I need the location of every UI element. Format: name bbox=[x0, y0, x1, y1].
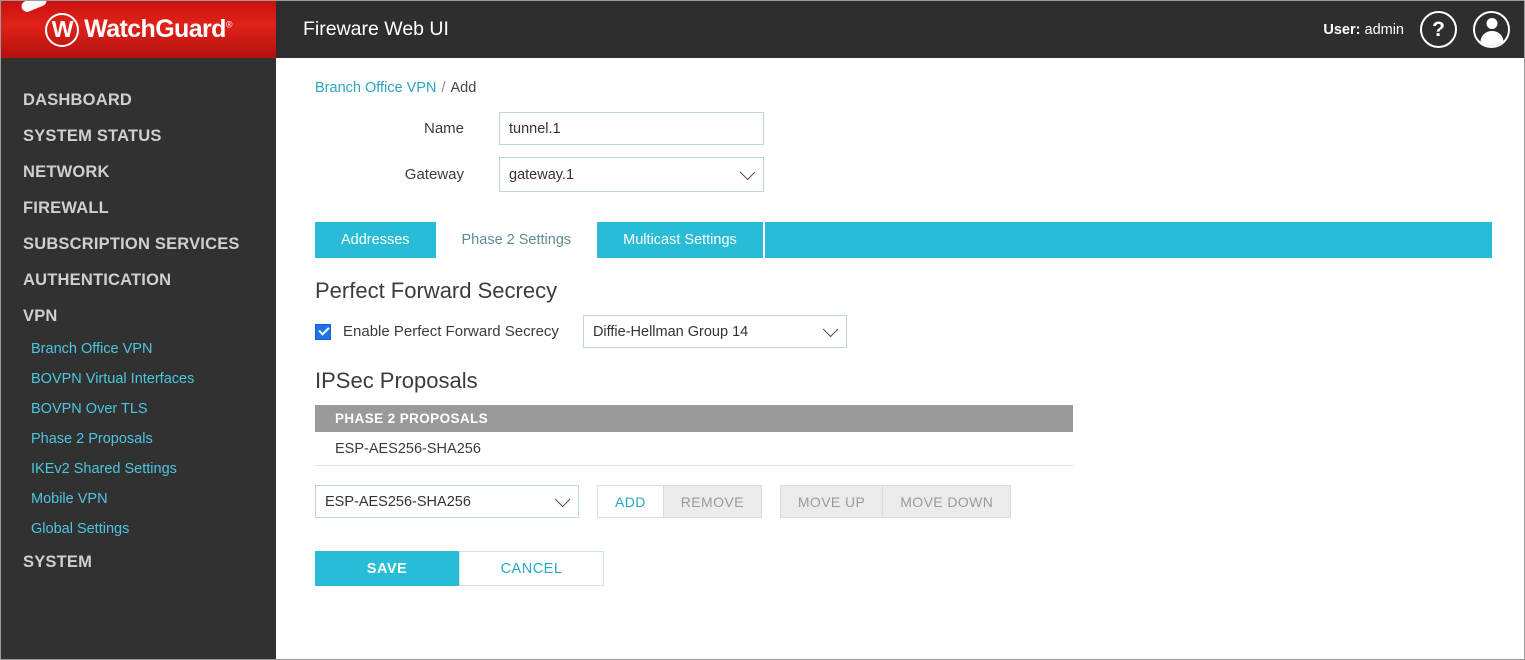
body-container: DASHBOARD SYSTEM STATUS NETWORK FIREWALL… bbox=[1, 58, 1524, 659]
settings-tab-bar: Addresses Phase 2 Settings Multicast Set… bbox=[315, 222, 1492, 258]
table-column-header-phase-2-proposals: PHASE 2 PROPOSALS bbox=[315, 405, 1073, 432]
sidebar-item-dashboard[interactable]: DASHBOARD bbox=[1, 82, 276, 118]
breadcrumb-separator: / bbox=[441, 80, 446, 96]
sidebar-item-bovpn-over-tls[interactable]: BOVPN Over TLS bbox=[1, 394, 276, 424]
move-down-button[interactable]: MOVE DOWN bbox=[883, 485, 1012, 518]
watchguard-w-mark-icon: W bbox=[45, 12, 80, 47]
add-button[interactable]: ADD bbox=[597, 485, 664, 518]
enable-pfs-label: Enable Perfect Forward Secrecy bbox=[343, 323, 559, 340]
user-prefix: User: bbox=[1323, 21, 1361, 38]
remove-button[interactable]: REMOVE bbox=[663, 485, 762, 518]
watchguard-logo[interactable]: W WatchGuard® bbox=[1, 1, 276, 58]
breadcrumb-link-branch-office-vpn[interactable]: Branch Office VPN bbox=[315, 80, 436, 96]
user-avatar-icon[interactable] bbox=[1473, 11, 1510, 48]
user-name: admin bbox=[1364, 21, 1405, 38]
add-remove-button-group: ADD REMOVE bbox=[597, 485, 762, 518]
breadcrumb: Branch Office VPN / Add bbox=[315, 80, 1492, 96]
avatar-head-shape bbox=[1486, 18, 1497, 29]
chevron-down-icon bbox=[739, 164, 756, 181]
sidebar-item-mobile-vpn[interactable]: Mobile VPN bbox=[1, 484, 276, 514]
diffie-hellman-group-value: Diffie-Hellman Group 14 bbox=[592, 323, 749, 340]
save-button[interactable]: SAVE bbox=[315, 551, 459, 586]
brand-name-text: WatchGuard® bbox=[84, 15, 232, 44]
sidebar-item-network[interactable]: NETWORK bbox=[1, 154, 276, 190]
move-up-button[interactable]: MOVE UP bbox=[779, 485, 884, 518]
sidebar-item-global-settings[interactable]: Global Settings bbox=[1, 514, 276, 544]
help-icon[interactable]: ? bbox=[1420, 11, 1457, 48]
chevron-down-icon bbox=[822, 321, 839, 338]
table-row[interactable]: ESP-AES256-SHA256 bbox=[315, 432, 1073, 466]
sidebar-item-system[interactable]: SYSTEM bbox=[1, 544, 276, 580]
form-footer-buttons: SAVE CANCEL bbox=[315, 551, 1492, 586]
page-title-container: Fireware Web UI bbox=[276, 1, 1323, 58]
sidebar-item-phase-2-proposals[interactable]: Phase 2 Proposals bbox=[1, 424, 276, 454]
brand-name-label: WatchGuard bbox=[84, 15, 226, 43]
logo-swoosh-icon bbox=[19, 1, 49, 14]
name-input[interactable] bbox=[499, 112, 764, 145]
sidebar-item-authentication[interactable]: AUTHENTICATION bbox=[1, 262, 276, 298]
main-content: Branch Office VPN /Add Name Gateway gatew… bbox=[276, 58, 1524, 659]
gateway-field-row: Gateway gateway.1 bbox=[315, 157, 1492, 192]
trademark-symbol: ® bbox=[225, 19, 233, 30]
tab-multicast-settings[interactable]: Multicast Settings bbox=[597, 222, 763, 258]
chevron-down-icon bbox=[554, 491, 571, 508]
pfs-control-row: Enable Perfect Forward Secrecy Diffie-He… bbox=[315, 315, 1492, 348]
name-label: Name bbox=[423, 120, 464, 137]
brand-logo-group: W WatchGuard® bbox=[19, 1, 232, 47]
tab-phase-2-settings[interactable]: Phase 2 Settings bbox=[435, 222, 598, 258]
sidebar-item-system-status[interactable]: SYSTEM STATUS bbox=[1, 118, 276, 154]
avatar-body-shape bbox=[1480, 31, 1503, 46]
gateway-label: Gateway bbox=[404, 166, 464, 183]
tab-bar-filler bbox=[764, 222, 1492, 258]
sidebar-item-ikev2-shared-settings[interactable]: IKEv2 Shared Settings bbox=[1, 454, 276, 484]
diffie-hellman-group-select[interactable]: Diffie-Hellman Group 14 bbox=[582, 315, 847, 348]
breadcrumb-current: Add bbox=[450, 80, 477, 96]
current-user-label: User: admin bbox=[1323, 22, 1404, 38]
help-question-glyph: ? bbox=[1432, 18, 1445, 41]
sidebar-item-subscription-services[interactable]: SUBSCRIPTION SERVICES bbox=[1, 226, 276, 262]
page-title: Fireware Web UI bbox=[303, 18, 449, 40]
gateway-select-value: gateway.1 bbox=[509, 166, 575, 183]
proposal-action-row: ESP-AES256-SHA256 ADD REMOVE MOVE UP MOV… bbox=[315, 485, 1492, 518]
enable-pfs-checkbox[interactable] bbox=[315, 323, 331, 340]
phase-2-proposals-table: PHASE 2 PROPOSALS ESP-AES256-SHA256 bbox=[315, 405, 1073, 466]
sidebar-item-firewall[interactable]: FIREWALL bbox=[1, 190, 276, 226]
ipsec-proposals-heading: IPSec Proposals bbox=[315, 368, 478, 393]
proposal-select[interactable]: ESP-AES256-SHA256 bbox=[315, 485, 579, 518]
name-field-row: Name bbox=[315, 112, 1492, 145]
sidebar-navigation: DASHBOARD SYSTEM STATUS NETWORK FIREWALL… bbox=[1, 58, 276, 659]
top-header-bar: W WatchGuard® Fireware Web UI User: admi… bbox=[1, 1, 1524, 58]
gateway-select[interactable]: gateway.1 bbox=[499, 157, 764, 192]
sidebar-item-branch-office-vpn[interactable]: Branch Office VPN bbox=[1, 334, 276, 364]
move-button-group: MOVE UP MOVE DOWN bbox=[779, 485, 1012, 518]
sidebar-item-vpn[interactable]: VPN bbox=[1, 298, 276, 334]
header-actions: User: admin ? bbox=[1323, 1, 1524, 58]
perfect-forward-secrecy-heading: Perfect Forward Secrecy bbox=[315, 278, 558, 303]
proposal-select-value: ESP-AES256-SHA256 bbox=[325, 493, 471, 510]
fireware-web-ui-window: W WatchGuard® Fireware Web UI User: admi… bbox=[0, 0, 1525, 660]
sidebar-item-bovpn-virtual-interfaces[interactable]: BOVPN Virtual Interfaces bbox=[1, 364, 276, 394]
cancel-button[interactable]: CANCEL bbox=[459, 551, 604, 586]
tab-addresses[interactable]: Addresses bbox=[315, 222, 436, 258]
